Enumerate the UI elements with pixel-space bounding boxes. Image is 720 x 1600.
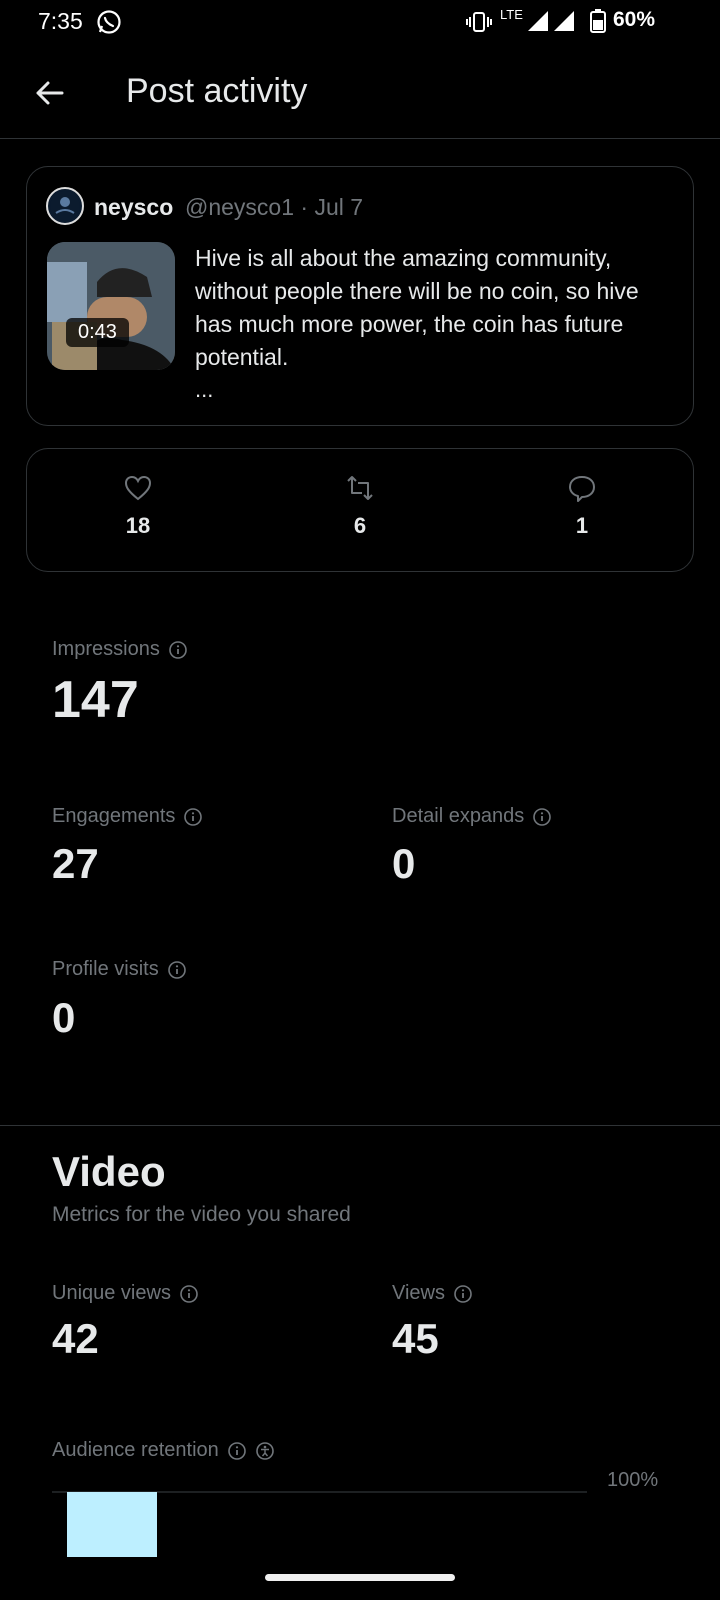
detail-expands-label-row: Detail expands (392, 805, 552, 828)
video-thumbnail[interactable] (47, 242, 175, 370)
impressions-label-row: Impressions (52, 638, 188, 661)
info-icon[interactable] (167, 960, 187, 980)
post-ellipsis: ... (195, 377, 214, 402)
video-section-title: Video (52, 1148, 166, 1195)
accessibility-icon[interactable] (255, 1441, 275, 1461)
post-text[interactable]: Hive is all about the amazing community,… (195, 242, 665, 374)
battery-icon (590, 9, 606, 38)
unique-views-label-row: Unique views (52, 1282, 199, 1305)
author-name[interactable]: neysco (94, 194, 173, 221)
battery-percent: 60% (613, 8, 656, 31)
retention-bar (67, 1492, 157, 1557)
status-time: 7:35 (38, 8, 83, 34)
author-meta: @neysco1 · Jul 7 (185, 194, 364, 220)
network-type: LTE (500, 7, 523, 22)
views-label-row: Views (392, 1282, 473, 1305)
avatar[interactable] (46, 187, 84, 225)
retention-label-row: Audience retention (52, 1439, 275, 1462)
back-arrow-icon (36, 81, 64, 105)
replies-count: 1 (575, 513, 589, 538)
reposts-stat[interactable]: 6 (310, 475, 410, 539)
vibrate-icon (466, 11, 492, 38)
retention-label: Audience retention (52, 1439, 219, 1461)
info-icon[interactable] (532, 807, 552, 827)
reposts-count: 6 (353, 513, 367, 538)
unique-views-value: 42 (52, 1315, 99, 1362)
info-icon[interactable] (183, 807, 203, 827)
profile-visits-value: 0 (52, 994, 76, 1041)
views-value: 45 (392, 1315, 439, 1362)
impressions-label: Impressions (52, 638, 160, 660)
section-divider (0, 1125, 720, 1126)
engagements-value: 27 (52, 840, 99, 887)
views-label: Views (392, 1282, 445, 1304)
profile-visits-label: Profile visits (52, 958, 159, 980)
home-indicator[interactable] (265, 1574, 455, 1581)
whatsapp-icon (96, 9, 122, 40)
detail-expands-label: Detail expands (392, 805, 525, 827)
profile-visits-label-row: Profile visits (52, 958, 187, 981)
info-icon[interactable] (179, 1284, 199, 1304)
video-section-subtitle: Metrics for the video you shared (52, 1203, 351, 1226)
header-divider (0, 138, 720, 139)
info-icon[interactable] (453, 1284, 473, 1304)
detail-expands-value: 0 (392, 840, 416, 887)
info-icon[interactable] (168, 640, 188, 660)
retention-axis-label: 100% (607, 1469, 658, 1491)
page-title: Post activity (126, 72, 308, 110)
back-button[interactable] (26, 70, 72, 116)
info-icon[interactable] (227, 1441, 247, 1461)
engagements-label: Engagements (52, 805, 176, 827)
engagements-label-row: Engagements (52, 805, 203, 828)
signal-icon (526, 10, 576, 37)
likes-count: 18 (125, 513, 151, 538)
unique-views-label: Unique views (52, 1282, 171, 1304)
retention-chart: 100% (52, 1469, 658, 1557)
heart-icon (124, 475, 152, 501)
likes-stat[interactable]: 18 (88, 475, 188, 539)
reply-icon (569, 476, 595, 502)
impressions-value: 147 (52, 671, 139, 729)
repost-icon (347, 476, 373, 500)
video-duration: 0:43 (66, 318, 129, 347)
replies-stat[interactable]: 1 (532, 475, 632, 539)
